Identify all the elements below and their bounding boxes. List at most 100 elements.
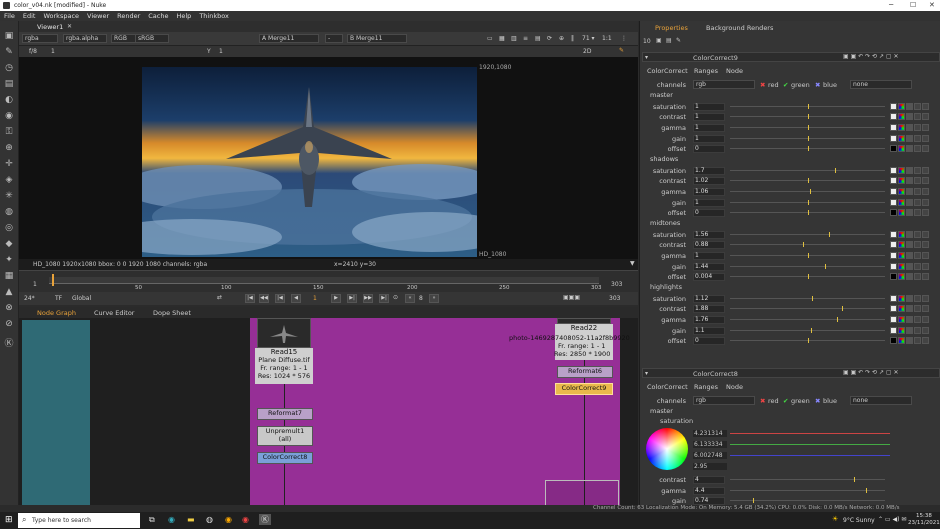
channel-icon[interactable]: ▤ bbox=[4, 79, 14, 89]
refresh-icon[interactable]: ⟳ bbox=[547, 35, 552, 42]
contrast-value[interactable]: 1 bbox=[693, 113, 725, 122]
contrast-value[interactable]: 1.88 bbox=[693, 305, 725, 314]
channel-split-icon[interactable] bbox=[906, 198, 913, 206]
channels-dropdown[interactable]: rgb bbox=[693, 396, 755, 405]
channel-split-icon[interactable] bbox=[906, 102, 913, 110]
animation-icon[interactable] bbox=[914, 123, 921, 131]
curve-icon[interactable] bbox=[922, 294, 929, 302]
animation-icon[interactable] bbox=[914, 241, 921, 249]
read15-label[interactable]: Read15 Plane Diffuse.tif Fr. range: 1 - … bbox=[255, 348, 313, 384]
metadata-icon[interactable]: ◆ bbox=[4, 239, 14, 249]
curve-icon[interactable] bbox=[922, 337, 929, 345]
menu-edit[interactable]: Edit bbox=[23, 12, 36, 20]
other-icon[interactable]: ▦ bbox=[4, 271, 14, 281]
gain-value[interactable]: 1 bbox=[693, 134, 725, 143]
gain-slider[interactable] bbox=[730, 135, 885, 141]
tf-dropdown[interactable]: TF bbox=[55, 295, 62, 302]
cc8-panel-header[interactable]: ▾ ColorCorrect8 ▣ ▣ ↶ ↷ ⟲ ↗ ▢ ✕ bbox=[642, 368, 940, 378]
color-picker-icon[interactable] bbox=[898, 187, 905, 195]
color-picker-icon[interactable] bbox=[898, 241, 905, 249]
color-picker-icon[interactable] bbox=[898, 102, 905, 110]
offset-value[interactable]: 0 bbox=[693, 209, 725, 218]
frame-field[interactable]: 1 bbox=[51, 48, 55, 55]
nuke-task-icon[interactable]: Ⓚ bbox=[259, 514, 271, 525]
tab-close-icon[interactable]: ✕ bbox=[67, 23, 72, 30]
slider-knob[interactable] bbox=[809, 188, 811, 194]
curve-icon[interactable] bbox=[922, 326, 929, 334]
gain-slider[interactable] bbox=[730, 199, 885, 205]
fps-dropdown[interactable]: 24* bbox=[24, 295, 35, 302]
curve-icon[interactable] bbox=[922, 315, 929, 323]
gain-value[interactable]: 1 bbox=[693, 198, 725, 207]
alpha-dropdown[interactable]: rgba.alpha bbox=[63, 34, 107, 43]
tab-curve-editor[interactable]: Curve Editor bbox=[94, 309, 134, 317]
tab-properties[interactable]: Properties bbox=[655, 24, 688, 32]
max-panels[interactable]: 10 bbox=[643, 38, 651, 45]
draw-icon[interactable]: ✎ bbox=[4, 47, 14, 57]
animation-icon[interactable] bbox=[914, 198, 921, 206]
curve-icon[interactable] bbox=[922, 166, 929, 174]
gpu-icon[interactable]: ⊕ bbox=[559, 35, 564, 42]
channel-split-icon[interactable] bbox=[906, 241, 913, 249]
colorcorrect8-node[interactable]: ColorCorrect8 bbox=[257, 452, 313, 464]
tab-dope-sheet[interactable]: Dope Sheet bbox=[153, 309, 191, 317]
color-picker-icon[interactable] bbox=[898, 251, 905, 259]
color-picker-icon[interactable] bbox=[898, 262, 905, 270]
toolsets-icon[interactable]: ✦ bbox=[4, 255, 14, 265]
backdrop-node[interactable] bbox=[22, 320, 90, 506]
paint-icon[interactable]: ✎ bbox=[619, 47, 624, 54]
global-dropdown[interactable]: Global bbox=[72, 295, 91, 302]
channel-split-icon[interactable] bbox=[906, 326, 913, 334]
section-master[interactable]: master bbox=[650, 91, 673, 99]
curve-icon[interactable] bbox=[922, 177, 929, 185]
offset-slider[interactable] bbox=[730, 210, 885, 216]
prev-key-button[interactable]: ◀◀ bbox=[259, 294, 269, 303]
green-checkbox[interactable]: ✔ bbox=[783, 397, 788, 405]
gain-value[interactable]: 1.44 bbox=[693, 262, 725, 271]
panel-buttons[interactable]: ▣ ▣ ↶ ↷ ⟲ ↗ ▢ ✕ bbox=[843, 369, 899, 376]
color-picker-icon[interactable] bbox=[898, 305, 905, 313]
animation-icon[interactable] bbox=[914, 262, 921, 270]
offset-value[interactable]: 0.004 bbox=[693, 273, 725, 282]
tab-node[interactable]: Node bbox=[726, 67, 743, 75]
slider-knob[interactable] bbox=[802, 242, 804, 248]
color-swatch[interactable] bbox=[890, 251, 897, 259]
channel-split-icon[interactable] bbox=[906, 123, 913, 131]
red-checkbox[interactable]: ✖ bbox=[760, 81, 765, 89]
slider-knob[interactable] bbox=[812, 295, 814, 301]
saturation-value[interactable]: 1 bbox=[693, 102, 725, 111]
animation-icon[interactable] bbox=[914, 305, 921, 313]
channel-split-icon[interactable] bbox=[906, 187, 913, 195]
sat-value-a[interactable]: 2.95 bbox=[693, 463, 727, 470]
nuke-logo-icon[interactable]: Ⓚ bbox=[4, 339, 14, 349]
colorcorrect9-node[interactable]: ColorCorrect9 bbox=[555, 383, 613, 395]
slider-knob[interactable] bbox=[807, 146, 809, 152]
animation-icon[interactable] bbox=[914, 337, 921, 345]
next-frame-button[interactable]: ▶| bbox=[347, 294, 357, 303]
panel-title[interactable]: ColorCorrect9 bbox=[693, 54, 738, 62]
pause-icon[interactable]: ‖ bbox=[571, 35, 574, 42]
saturation-slider[interactable] bbox=[730, 231, 885, 237]
offset-value[interactable]: 0 bbox=[693, 145, 725, 154]
clear-icon[interactable]: ✎ bbox=[676, 37, 681, 44]
reformat7-node[interactable]: Reformat7 bbox=[257, 408, 313, 420]
b-input-dropdown[interactable]: B Merge11 bbox=[347, 34, 407, 43]
slider-knob[interactable] bbox=[807, 124, 809, 130]
channel-split-icon[interactable] bbox=[906, 305, 913, 313]
tab-node[interactable]: Node bbox=[726, 383, 743, 391]
channels-dropdown[interactable]: rgba bbox=[22, 34, 58, 43]
slider-knob[interactable] bbox=[807, 114, 809, 120]
alpha-dropdown[interactable]: none bbox=[850, 80, 912, 89]
animation-icon[interactable] bbox=[914, 326, 921, 334]
channels-dropdown[interactable]: rgb bbox=[693, 80, 755, 89]
collapse-icon[interactable]: ▾ bbox=[645, 54, 648, 61]
alpha-dropdown[interactable]: none bbox=[850, 396, 912, 405]
end-frame[interactable]: 303 bbox=[609, 295, 620, 302]
gamma-value[interactable]: 1.06 bbox=[693, 187, 725, 196]
slider-knob[interactable] bbox=[866, 487, 868, 493]
sat-slider-g[interactable] bbox=[730, 444, 890, 445]
channel-split-icon[interactable] bbox=[906, 166, 913, 174]
animation-icon[interactable] bbox=[914, 209, 921, 217]
tab-colorcorrect[interactable]: ColorCorrect bbox=[647, 383, 688, 391]
gain-slider[interactable] bbox=[730, 327, 885, 333]
